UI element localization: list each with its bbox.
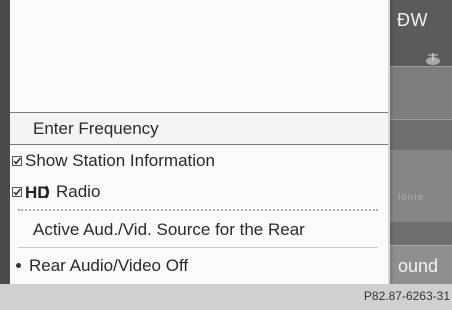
checked-checkbox-icon — [12, 186, 22, 197]
menu-item-hd-radio[interactable]: HD Radio — [10, 176, 388, 207]
menu-item-enter-frequency[interactable]: Enter Frequency — [10, 112, 388, 145]
menu-item-label: Radio — [56, 181, 101, 201]
blurred-station-text: ionie — [398, 192, 425, 203]
figure-footer: P82.87-6263-31 — [0, 284, 452, 310]
top-right-label: ÐW — [397, 10, 428, 30]
menu-item-label: Rear Audio/Video Off — [29, 255, 189, 275]
menu-item-label: Active Aud./Vid. Source for the Rear — [33, 219, 305, 239]
svg-text:HD: HD — [25, 183, 50, 202]
menu-item-label: Show Station Information — [25, 150, 215, 170]
selected-bullet-icon — [16, 263, 21, 268]
antenna-icon — [426, 53, 440, 65]
menu-item-rear-audio-video-off[interactable]: Rear Audio/Video Off — [10, 250, 388, 281]
left-edge-strip — [0, 0, 10, 284]
figure-code: P82.87-6263-31 — [363, 289, 450, 303]
menu-item-active-rear-source[interactable]: Active Aud./Vid. Source for the Rear — [10, 214, 388, 245]
right-panel-band — [390, 66, 452, 120]
sound-button-label[interactable]: ound — [398, 256, 438, 277]
menu-dotted-divider — [18, 209, 378, 212]
menu-item-label: Enter Frequency — [33, 118, 159, 138]
checked-checkbox-icon — [12, 155, 22, 166]
menu-divider — [18, 247, 378, 248]
menu-item-show-station-information[interactable]: Show Station Information — [10, 145, 388, 176]
right-panel-band-2 — [390, 150, 452, 222]
menu-empty-area — [10, 0, 388, 112]
hd-radio-icon: HD — [25, 183, 50, 202]
options-menu: Enter Frequency Show Station Information… — [10, 0, 390, 284]
